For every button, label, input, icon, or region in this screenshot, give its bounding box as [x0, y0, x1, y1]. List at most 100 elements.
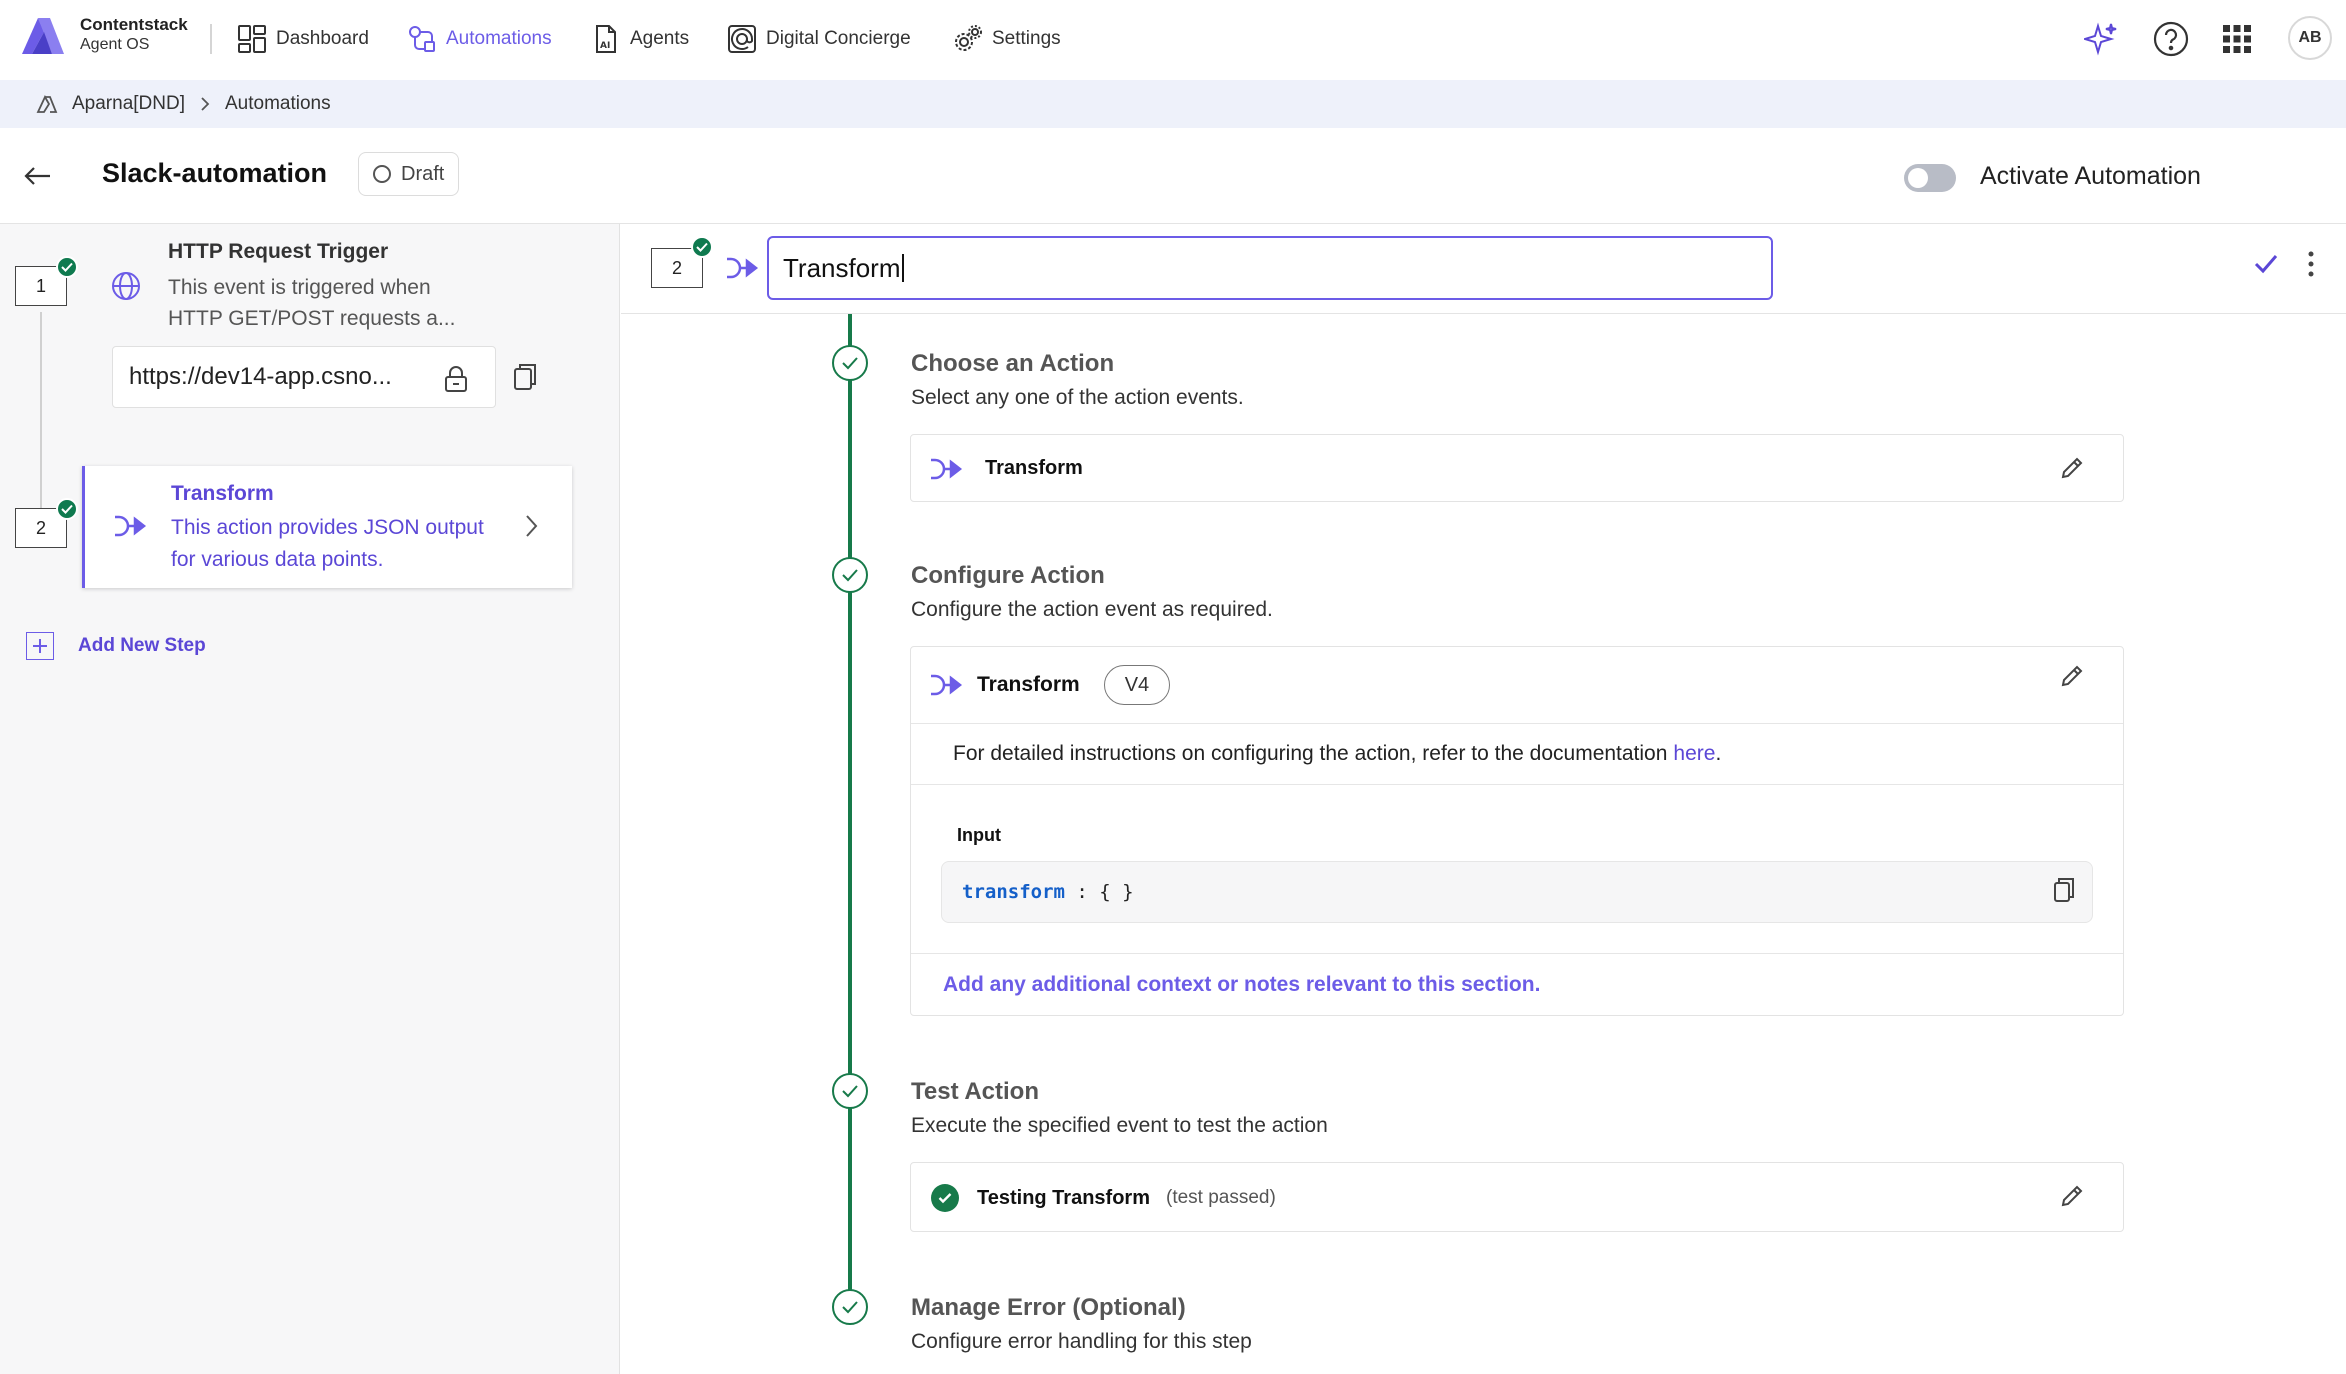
nav-settings[interactable]: Settings	[952, 22, 1061, 56]
nav-agents[interactable]: AI Agents	[590, 22, 689, 56]
sparkle-icon	[2084, 22, 2117, 56]
documentation-link[interactable]: here	[1673, 742, 1715, 766]
configure-action-title: Configure Action	[911, 562, 1105, 589]
breadcrumb: Aparna[DND] Automations	[0, 80, 2346, 128]
activate-label: Activate Automation	[1980, 162, 2201, 190]
nav-agents-label: Agents	[630, 28, 690, 49]
dashboard-icon	[238, 25, 266, 53]
top-navigation: Contentstack Agent OS Dashboard Automati…	[0, 0, 2346, 78]
back-arrow-icon[interactable]	[20, 158, 56, 194]
version-badge: V4	[1103, 665, 1171, 705]
trigger-description: This event is triggered when HTTP GET/PO…	[168, 276, 456, 330]
edit-pencil-icon[interactable]	[2059, 455, 2085, 481]
step-card-title: Transform	[171, 482, 274, 505]
nav-dashboard[interactable]: Dashboard	[236, 22, 369, 56]
test-result-box: Testing Transform (test passed)	[910, 1162, 2124, 1232]
test-label: Testing Transform	[977, 1186, 1150, 1209]
settings-icon	[955, 25, 982, 51]
section-timeline	[848, 314, 852, 1314]
copy-icon[interactable]	[2052, 876, 2076, 904]
test-action-title: Test Action	[911, 1078, 1040, 1105]
section-complete-icon	[832, 345, 868, 381]
trigger-url-field[interactable]: https://dev14-app.csno...	[112, 346, 496, 408]
page-title: Slack-automation	[102, 158, 328, 188]
steps-connector	[40, 312, 42, 527]
input-code-block[interactable]: transform : { }	[941, 861, 2093, 923]
nav-divider	[210, 24, 212, 54]
step-card-transform[interactable]: Transform This action provides JSON outp…	[82, 466, 572, 588]
breadcrumb-org[interactable]: Aparna[DND]	[72, 93, 185, 115]
selected-action-name: Transform	[985, 457, 1083, 479]
trigger-url: https://dev14-app.csno...	[129, 363, 392, 390]
code-key: transform	[962, 881, 1065, 903]
step-card-description: This action provides JSON output for var…	[171, 516, 484, 571]
ai-sparkle-button[interactable]	[2080, 18, 2122, 60]
copy-icon[interactable]	[512, 362, 538, 392]
nav-digital-concierge[interactable]: Digital Concierge	[726, 22, 911, 56]
automations-icon	[409, 26, 435, 52]
manage-error-title: Manage Error (Optional)	[911, 1294, 1186, 1321]
add-notes-link[interactable]: Add any additional context or notes rele…	[911, 953, 2123, 1015]
code-value: : { }	[1064, 881, 1134, 903]
test-status: (test passed)	[1166, 1187, 1276, 1208]
step-name-value: Transform	[783, 252, 901, 283]
selected-action-box: Transform	[910, 434, 2124, 502]
brand-logo[interactable]: Contentstack Agent OS	[20, 14, 188, 56]
agents-icon: AI	[596, 25, 616, 53]
globe-icon	[112, 272, 140, 300]
choose-action-title: Choose an Action	[911, 350, 1115, 377]
nav-automations-label: Automations	[446, 28, 552, 49]
activate-toggle[interactable]	[1904, 164, 1956, 192]
nav-automations[interactable]: Automations	[406, 22, 552, 56]
plus-icon	[26, 632, 54, 660]
svg-text:AI: AI	[600, 41, 610, 51]
transform-icon	[727, 257, 759, 279]
section-complete-icon	[832, 1073, 868, 1109]
nav-dashboard-label: Dashboard	[276, 28, 369, 49]
confirm-check-icon[interactable]	[2253, 252, 2279, 276]
more-options-icon[interactable]	[2307, 250, 2315, 278]
configure-action-name: Transform	[977, 673, 1080, 696]
status-label: Draft	[401, 162, 445, 185]
edit-pencil-icon[interactable]	[2059, 663, 2085, 689]
apps-grid-icon	[2223, 25, 2251, 53]
status-badge: Draft	[358, 152, 460, 196]
step-complete-icon	[691, 236, 713, 258]
chevron-right-icon	[526, 515, 538, 537]
edit-pencil-icon[interactable]	[2059, 1183, 2085, 1209]
nav-concierge-label: Digital Concierge	[766, 28, 911, 49]
automation-header: Slack-automation Draft Activate Automati…	[0, 128, 2346, 224]
lock-icon[interactable]	[443, 365, 469, 393]
nav-settings-label: Settings	[992, 28, 1061, 49]
test-action-description: Execute the specified event to test the …	[911, 1114, 1328, 1137]
contentstack-logo-icon	[22, 18, 64, 54]
step-complete-icon	[56, 256, 78, 278]
input-label: Input	[957, 825, 1001, 845]
documentation-end: .	[1715, 742, 1722, 765]
transform-icon	[115, 515, 147, 537]
apps-grid-button[interactable]	[2216, 18, 2258, 60]
documentation-note: For detailed instructions on configuring…	[911, 723, 2123, 785]
section-complete-icon	[832, 557, 868, 593]
step-name-input[interactable]: Transform	[767, 236, 1773, 300]
breadcrumb-page[interactable]: Automations	[225, 93, 331, 115]
documentation-text: For detailed instructions on configuring…	[953, 742, 1668, 765]
steps-sidebar: 1 HTTP Request Trigger This event is tri…	[0, 224, 620, 1374]
configure-action-description: Configure the action event as required.	[911, 598, 1273, 621]
manage-error-description: Configure error handling for this step	[911, 1330, 1252, 1353]
trigger-title[interactable]: HTTP Request Trigger	[168, 240, 388, 264]
step-editor-header: 2 Transform	[621, 224, 2346, 314]
help-button[interactable]	[2150, 18, 2192, 60]
concierge-icon	[728, 25, 756, 53]
transform-icon	[931, 458, 963, 480]
chevron-right-icon	[201, 97, 210, 111]
transform-icon	[931, 674, 963, 696]
add-new-step-button[interactable]: Add New Step	[26, 632, 206, 660]
section-complete-icon	[832, 1289, 868, 1325]
org-logo-icon	[36, 95, 58, 113]
user-avatar[interactable]: AB	[2288, 16, 2332, 60]
step-complete-icon	[56, 498, 78, 520]
configure-action-box: Transform V4 For detailed instructions o…	[910, 646, 2124, 1016]
help-icon	[2153, 21, 2189, 57]
add-new-step-label: Add New Step	[78, 635, 206, 656]
